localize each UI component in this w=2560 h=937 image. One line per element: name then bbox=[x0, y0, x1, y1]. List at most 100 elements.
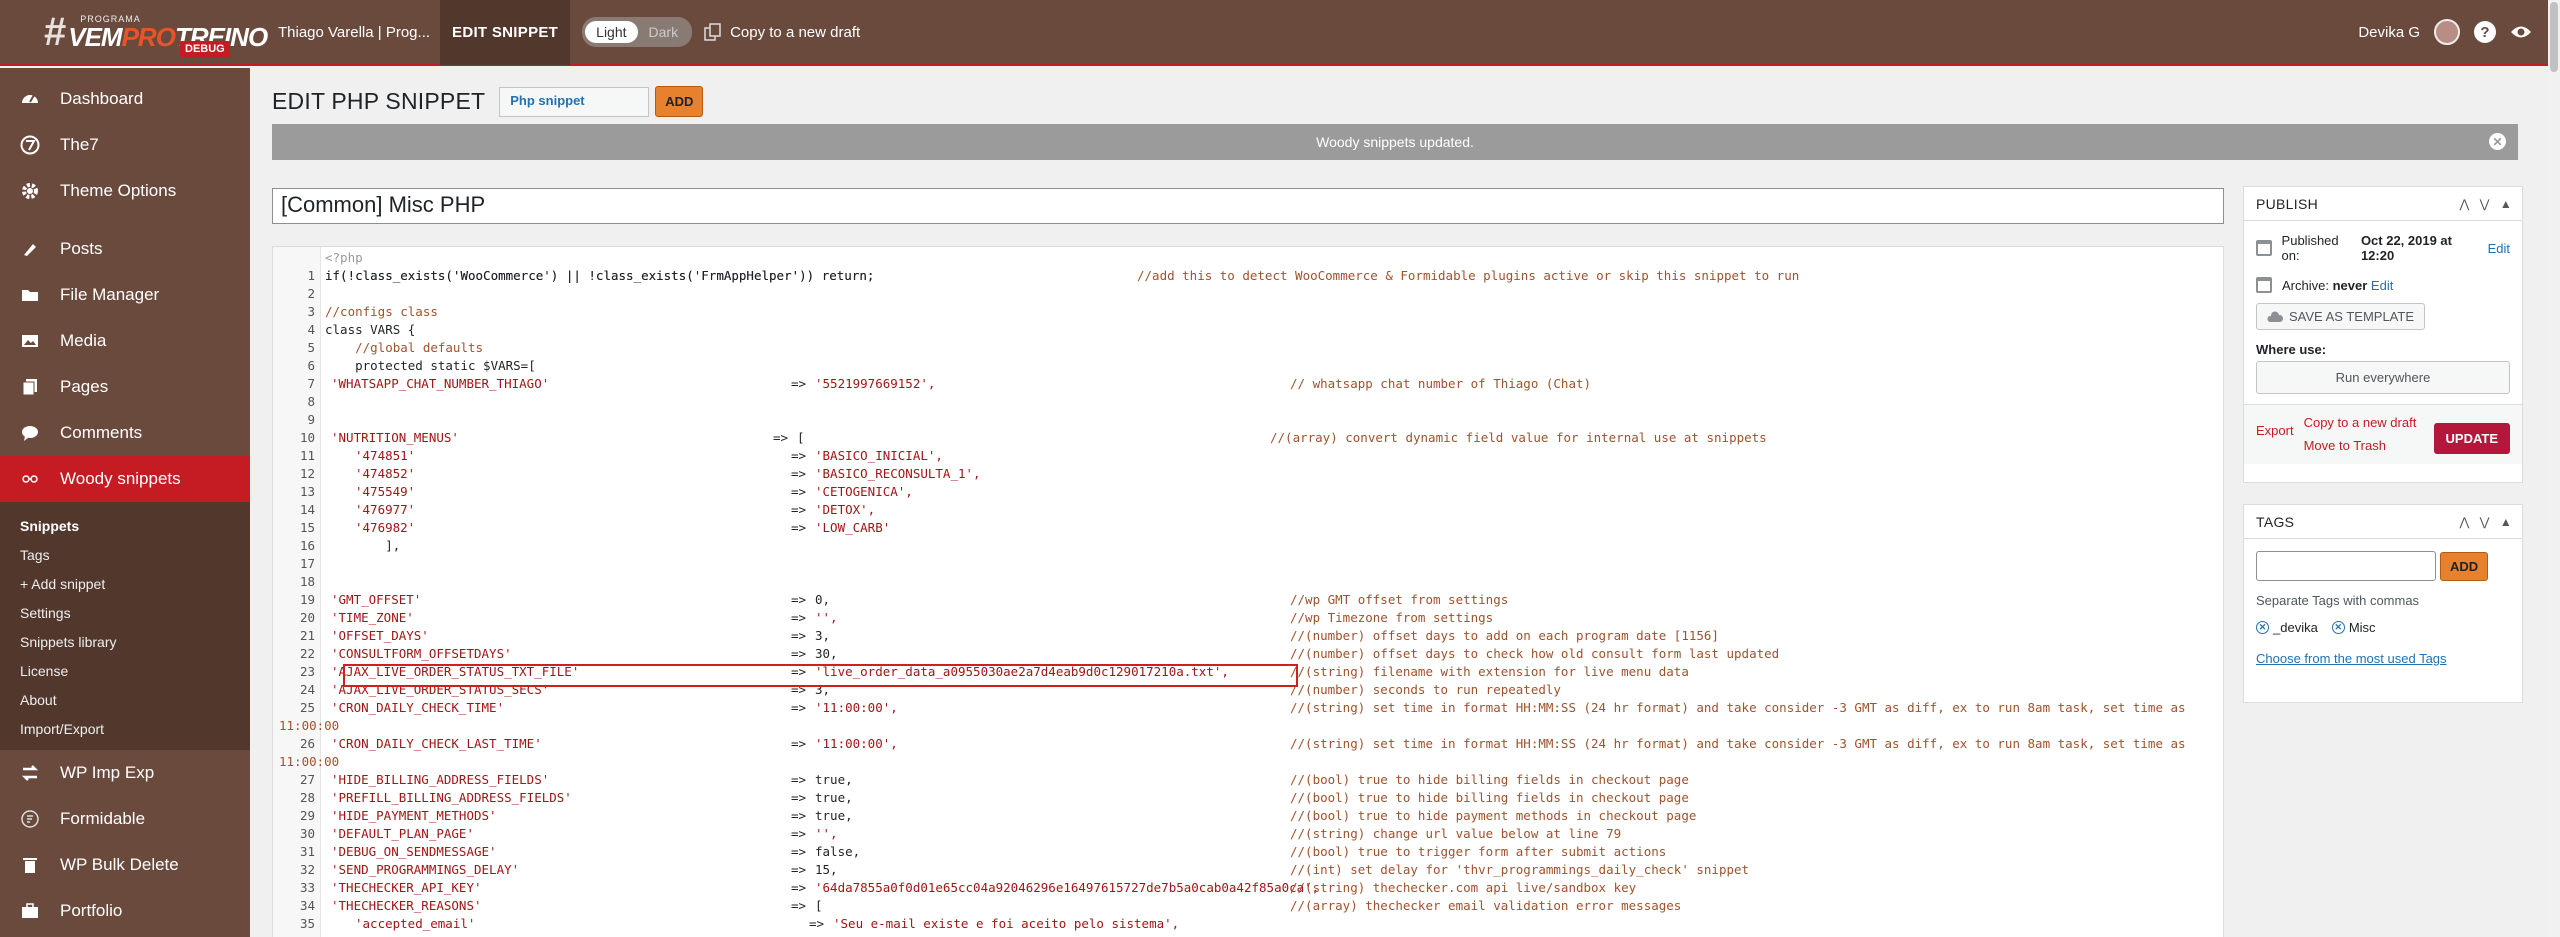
close-icon[interactable]: ✕ bbox=[2489, 133, 2506, 150]
update-button[interactable]: UPDATE bbox=[2433, 423, 2510, 454]
move-up-icon[interactable]: ⋀ bbox=[2460, 515, 2470, 529]
scrollbar-thumb[interactable] bbox=[2550, 2, 2558, 72]
submenu-tags[interactable]: Tags bbox=[0, 541, 250, 570]
move-trash-link[interactable]: Move to Trash bbox=[2304, 438, 2417, 453]
avatar[interactable] bbox=[2434, 19, 2460, 45]
archive-value: never bbox=[2332, 277, 2368, 293]
line-number: 13 bbox=[299, 484, 315, 499]
sidebar-item-portfolio[interactable]: Portfolio bbox=[0, 888, 250, 934]
code-arrow: => bbox=[791, 646, 807, 661]
move-up-icon[interactable]: ⋀ bbox=[2460, 197, 2470, 211]
line-number: 6 bbox=[307, 358, 315, 373]
code-line: 13 '475549' => 'CETOGENICA', bbox=[273, 483, 2223, 501]
code-line: 19 'GMT_OFFSET' => 0, //wp GMT offset from s… bbox=[273, 591, 2223, 609]
edit-date-link[interactable]: Edit bbox=[2488, 241, 2510, 256]
remove-tag-icon[interactable]: ✕ bbox=[2331, 621, 2345, 634]
sidebar-item-label: WP Bulk Delete bbox=[60, 855, 179, 874]
sidebar-item-dashboard[interactable]: Dashboard bbox=[0, 76, 250, 122]
code-key: 'THECHECKER_REASONS' bbox=[331, 898, 482, 913]
edit-snippet-link[interactable]: EDIT SNIPPET bbox=[440, 0, 571, 65]
snippet-title-input[interactable]: [Common] Misc PHP bbox=[272, 188, 2224, 224]
theme-toggle[interactable]: Light Dark bbox=[582, 17, 693, 47]
code-arrow: => bbox=[791, 826, 807, 841]
remove-tag-icon[interactable]: ✕ bbox=[2256, 621, 2269, 634]
sidebar-item-media[interactable]: Media bbox=[0, 318, 250, 364]
toggle-panel-icon[interactable]: ▲ bbox=[2500, 197, 2512, 211]
submenu-settings[interactable]: Settings bbox=[0, 599, 250, 628]
sidebar-item-posts[interactable]: Posts bbox=[0, 226, 250, 272]
sidebar-item-theme-options[interactable]: Theme Options bbox=[0, 168, 250, 214]
move-down-icon[interactable]: ⋁ bbox=[2480, 515, 2490, 529]
code-value: '11:00:00', bbox=[815, 736, 898, 751]
sidebar-item-file-manager[interactable]: File Manager bbox=[0, 272, 250, 318]
move-down-icon[interactable]: ⋁ bbox=[2480, 197, 2490, 211]
line-number: 22 bbox=[299, 646, 315, 661]
theme-dark-option[interactable]: Dark bbox=[638, 21, 690, 43]
code-line: 26 'CRON_DAILY_CHECK_LAST_TIME' => '11:00:0… bbox=[273, 735, 2223, 753]
site-name-link[interactable]: Thiago Varella | Prog... bbox=[268, 0, 440, 65]
code-value: 'BASICO_INICIAL', bbox=[815, 448, 943, 463]
sidebar-item-label: Comments bbox=[60, 423, 143, 442]
save-template-button[interactable]: SAVE AS TEMPLATE bbox=[2256, 303, 2425, 330]
user-name[interactable]: Devika G bbox=[2358, 24, 2420, 41]
sidebar-item-the7[interactable]: The7 bbox=[0, 122, 250, 168]
line-number: 14 bbox=[299, 502, 315, 517]
sidebar-item-formidable[interactable]: Formidable bbox=[0, 796, 250, 842]
line-number: 34 bbox=[299, 898, 315, 913]
tags-input[interactable] bbox=[2256, 551, 2436, 581]
line-number: 10 bbox=[299, 430, 315, 445]
sidebar-item-woody-snippets[interactable]: Woody snippets bbox=[0, 456, 250, 502]
code-comment: //(bool) true to trigger form after subm… bbox=[1290, 844, 1667, 859]
copy-draft-link-box[interactable]: Copy to a new draft bbox=[2304, 415, 2417, 430]
line-number: 35 bbox=[299, 916, 315, 931]
copy-icon bbox=[704, 23, 721, 41]
code-line: <?php bbox=[273, 249, 2223, 267]
where-use-label: Where use: bbox=[2256, 342, 2327, 357]
code-key: 'HIDE_PAYMENT_METHODS' bbox=[331, 808, 497, 823]
copy-draft-link[interactable]: Copy to a new draft bbox=[704, 23, 860, 41]
sidebar-item-wp-imp-exp[interactable]: WP Imp Exp bbox=[0, 750, 250, 796]
submenu-license[interactable]: License bbox=[0, 657, 250, 686]
snippet-type-field[interactable]: Php snippet bbox=[499, 86, 650, 117]
code-line: 9 bbox=[273, 411, 2223, 429]
line-number: 24 bbox=[299, 682, 315, 697]
code-value: 'Seu e-mail existe e foi aceito pelo sis… bbox=[833, 916, 1180, 931]
export-link[interactable]: Export bbox=[2256, 423, 2294, 438]
sidebar-item-label: Woody snippets bbox=[60, 469, 181, 488]
code-value: '11:00:00', bbox=[815, 700, 898, 715]
tag-label: Misc bbox=[2348, 620, 2376, 635]
add-snippet-button[interactable]: ADD bbox=[655, 86, 704, 117]
code-value: true, bbox=[815, 790, 853, 805]
submenu-snippets-library[interactable]: Snippets library bbox=[0, 628, 250, 657]
choose-tags-link[interactable]: Choose from the most used Tags bbox=[2244, 641, 2522, 680]
code-comment: //(bool) true to hide billing fields in … bbox=[1290, 790, 1689, 805]
submenu-import-export[interactable]: Import/Export bbox=[0, 715, 250, 744]
code-line-wrap: 11:00:00 bbox=[273, 753, 2223, 771]
eye-icon[interactable] bbox=[2510, 24, 2532, 40]
sidebar-item-pages[interactable]: Pages bbox=[0, 364, 250, 410]
line-number: 28 bbox=[299, 790, 315, 805]
submenu-snippets[interactable]: Snippets bbox=[0, 512, 250, 541]
tags-help: Separate Tags with commas bbox=[2256, 593, 2420, 608]
help-icon[interactable]: ? bbox=[2474, 21, 2496, 43]
tag-label: _devika bbox=[2273, 620, 2318, 635]
code-key: 'CRON_DAILY_CHECK_TIME' bbox=[331, 700, 505, 715]
tags-box: TAGS ⋀ ⋁ ▲ ADD Separate Tags with commas ✕… bbox=[2243, 504, 2523, 703]
run-everywhere-button[interactable]: Run everywhere bbox=[2256, 361, 2510, 394]
code-line: 6 protected static $VARS=[ bbox=[273, 357, 2223, 375]
site-logo[interactable]: # PROGRAMA VEMPROTREINO DEBUG bbox=[0, 0, 268, 65]
code-arrow: => bbox=[791, 610, 807, 625]
sidebar-item-comments[interactable]: Comments bbox=[0, 410, 250, 456]
theme-light-option[interactable]: Light bbox=[585, 21, 638, 43]
toggle-panel-icon[interactable]: ▲ bbox=[2500, 515, 2512, 529]
code-editor[interactable]: <?php 1 if(!class_exists('WooCommerce') ||… bbox=[272, 246, 2224, 937]
sidebar-item-label: Portfolio bbox=[60, 901, 123, 920]
edit-archive-link[interactable]: Edit bbox=[2371, 278, 2393, 293]
line-number: 11 bbox=[299, 448, 315, 463]
code-key: 'HIDE_BILLING_ADDRESS_FIELDS' bbox=[331, 772, 550, 787]
page-scrollbar[interactable] bbox=[2548, 0, 2560, 937]
add-tag-button[interactable]: ADD bbox=[2440, 551, 2489, 581]
sidebar-item-wp-bulk-delete[interactable]: WP Bulk Delete bbox=[0, 842, 250, 888]
submenu-about[interactable]: About bbox=[0, 686, 250, 715]
submenu-add-snippet[interactable]: + Add snippet bbox=[0, 570, 250, 599]
